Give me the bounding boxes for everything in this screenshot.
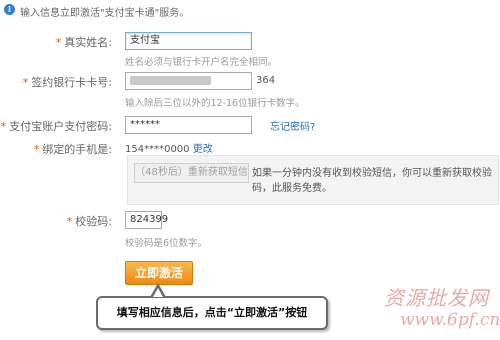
- info-icon: i: [4, 4, 15, 15]
- verification-code-input[interactable]: 824399: [125, 211, 168, 229]
- forgot-password-link[interactable]: 忘记密码?: [270, 118, 315, 133]
- sms-info-text: 如果一分钟内没有收到校验短信，你可以重新获取校验码，此服务免费。: [252, 168, 492, 194]
- resend-sms-button[interactable]: （48秒后）重新获取短信: [134, 163, 249, 183]
- instruction-callout: 填写相应信息后，点击“立即激活”按钮: [96, 296, 328, 330]
- callout-arrow-inner: [153, 288, 163, 297]
- required-marker: *: [55, 36, 62, 49]
- phone-label-text: 绑定的手机是:: [42, 143, 112, 156]
- watermark-url: www.6pf.cn: [400, 310, 500, 330]
- real-name-label: * 真实姓名:: [56, 34, 112, 50]
- phone-label: * 绑定的手机是:: [34, 141, 112, 157]
- change-phone-link[interactable]: 更改: [193, 144, 213, 155]
- bank-card-hint: 输入除后三位以外的12-16位银行卡数字。: [125, 98, 305, 109]
- bank-card-label-text: 签约银行卡卡号:: [31, 76, 112, 89]
- password-input[interactable]: ******: [125, 116, 252, 134]
- phone-number: 154****0000 更改: [125, 140, 213, 155]
- password-label-text: 支付宝账户支付密码:: [9, 120, 112, 133]
- real-name-hint: 姓名必须与银行卡开户名完全相同。: [125, 57, 278, 68]
- real-name-label-text: 真实姓名:: [64, 36, 112, 49]
- masked-card-digits: 2088 1028 8 1 08 4: [130, 76, 211, 85]
- required-marker: *: [33, 143, 40, 156]
- code-label-text: 校验码:: [75, 215, 112, 228]
- required-marker: *: [22, 76, 29, 89]
- phone-number-text: 154****0000: [125, 144, 190, 155]
- code-label: * 校验码:: [67, 213, 112, 229]
- intro-text: 输入信息立即激活"支付宝卡通"服务。: [20, 8, 190, 19]
- required-marker: *: [0, 120, 7, 133]
- password-label: * 支付宝账户支付密码:: [1, 118, 112, 134]
- watermark-title: 资源批发网: [384, 286, 489, 310]
- real-name-input[interactable]: 支付宝: [125, 32, 252, 50]
- required-marker: *: [66, 215, 73, 228]
- activate-button[interactable]: 立即激活: [125, 261, 193, 285]
- bank-card-input[interactable]: 2088 1028 8 1 08 4: [125, 72, 252, 90]
- code-hint: 校验码是6位数字。: [125, 238, 208, 249]
- bank-card-label: * 签约银行卡卡号:: [23, 74, 112, 90]
- bank-card-suffix: 364: [256, 75, 276, 86]
